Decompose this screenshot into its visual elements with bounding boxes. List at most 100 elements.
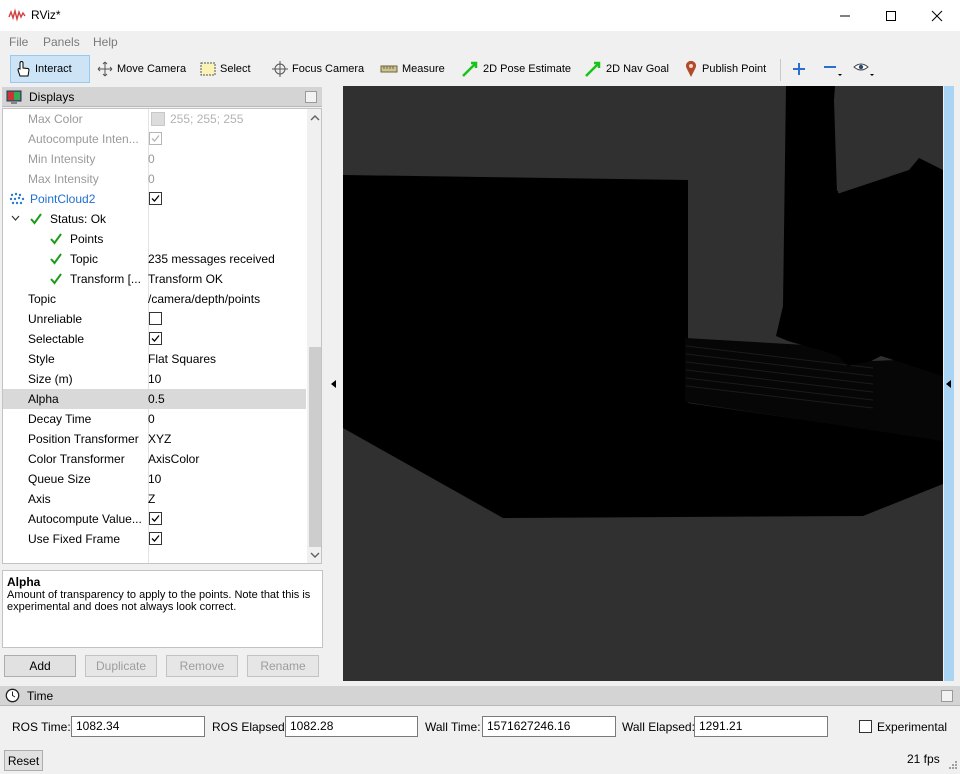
select-tool-button[interactable]: Select [196,55,255,83]
wall-elapsed-field[interactable]: 1291.21 [694,716,828,737]
publish-point-tool-button[interactable]: Publish Point [680,55,770,83]
selectable-checkbox[interactable] [149,332,162,345]
row-value: 235 messages received [148,252,275,266]
row-label: Axis [28,492,51,506]
reset-button[interactable]: Reset [4,750,43,771]
measure-label: Measure [402,63,445,75]
menu-file[interactable]: File [9,35,28,49]
tree-row-status[interactable]: Status: Ok [3,209,306,229]
description-title: Alpha [7,575,41,589]
row-label: Style [28,352,55,366]
tree-row-decay-time[interactable]: Decay Time 0 [3,409,306,429]
tree-row-style[interactable]: Style Flat Squares [3,349,306,369]
row-value: Transform OK [148,272,223,286]
nav-goal-label: 2D Nav Goal [606,63,669,75]
remove-tool-button[interactable] [819,55,851,83]
focus-camera-tool-button[interactable]: Focus Camera [268,55,368,83]
pointcloud2-enabled-checkbox[interactable] [149,192,162,205]
tree-row-autocompute-value[interactable]: Autocompute Value... [3,509,306,529]
interact-label: Interact [35,63,72,75]
unreliable-checkbox[interactable] [149,312,162,325]
tree-row-size[interactable]: Size (m) 10 [3,369,306,389]
row-value[interactable]: AxisColor [148,452,199,466]
float-panel-button[interactable] [305,91,317,103]
duplicate-display-button[interactable]: Duplicate [85,655,157,677]
tree-row-unreliable[interactable]: Unreliable [3,309,306,329]
row-value[interactable]: XYZ [148,432,171,446]
collapse-left-panel-handle[interactable] [329,86,339,681]
scroll-down-icon[interactable] [310,552,320,559]
collapse-right-panel-handle[interactable] [944,86,954,681]
tree-row-max-color[interactable]: Max Color 255; 255; 255 [3,109,306,129]
tree-row-selectable[interactable]: Selectable [3,329,306,349]
tree-row-status-points[interactable]: Points [3,229,306,249]
autocompute-intensity-checkbox[interactable] [149,132,162,145]
interact-tool-button[interactable]: Interact [10,55,90,83]
row-label: Autocompute Value... [28,512,142,526]
menu-panels[interactable]: Panels [43,35,80,49]
color-swatch[interactable] [151,112,165,126]
float-time-panel-button[interactable] [941,690,953,702]
measure-tool-button[interactable]: Measure [376,55,449,83]
close-button[interactable] [914,0,960,31]
title-bar: RViz* [0,0,960,31]
row-value: 0 [148,172,155,186]
render-viewport[interactable] [343,86,943,681]
map-pin-icon [686,60,696,77]
view-tool-button[interactable] [849,55,883,83]
row-value[interactable]: 0.5 [148,392,165,406]
row-value[interactable]: Z [148,492,155,506]
row-label: Topic [28,292,57,306]
displays-tree: Max Color 255; 255; 255 Autocompute Inte… [2,108,322,564]
tree-row-axis[interactable]: Axis Z [3,489,306,509]
use-fixed-frame-checkbox[interactable] [149,532,162,545]
menu-help[interactable]: Help [93,35,118,49]
displays-title: Displays [29,90,75,104]
tree-row-pointcloud2[interactable]: PointCloud2 [3,189,306,209]
minimize-button[interactable] [822,0,868,31]
move-camera-label: Move Camera [117,63,187,75]
add-display-button[interactable]: Add [4,655,76,677]
crosshair-icon [272,61,288,77]
tree-scrollbar[interactable] [307,109,321,563]
publish-point-label: Publish Point [702,63,767,75]
maximize-icon [886,10,896,21]
ros-elapsed-field[interactable]: 1082.28 [285,716,418,737]
scroll-up-icon[interactable] [310,114,320,121]
resize-grip-icon[interactable] [946,760,958,772]
tree-row-max-intensity[interactable]: Max Intensity 0 [3,169,306,189]
scrollbar-thumb[interactable] [309,347,321,547]
row-value[interactable]: 0 [148,412,155,426]
row-label: Min Intensity [28,152,96,166]
tree-row-position-transformer[interactable]: Position Transformer XYZ [3,429,306,449]
ros-time-field[interactable]: 1082.34 [71,716,205,737]
rename-display-button[interactable]: Rename [247,655,319,677]
tree-row-color-transformer[interactable]: Color Transformer AxisColor [3,449,306,469]
move-camera-tool-button[interactable]: Move Camera [93,55,190,83]
checkmark-icon [151,335,160,342]
add-tool-button[interactable] [788,55,814,83]
tree-row-alpha[interactable]: Alpha 0.5 [3,389,306,409]
autocompute-value-checkbox[interactable] [149,512,162,525]
chevron-down-icon[interactable] [11,215,20,222]
tree-row-use-fixed-frame[interactable]: Use Fixed Frame [3,529,306,549]
tree-row-queue-size[interactable]: Queue Size 10 [3,469,306,489]
tree-row-autocompute-intensity[interactable]: Autocompute Inten... [3,129,306,149]
row-value[interactable]: Flat Squares [148,352,216,366]
row-value[interactable]: /camera/depth/points [148,292,260,306]
toolbar: Interact Move Camera Select Focus Camera… [0,52,960,86]
tree-row-status-topic[interactable]: Topic 235 messages received [3,249,306,269]
row-value[interactable]: 10 [148,472,161,486]
maximize-button[interactable] [868,0,914,31]
row-label: Autocompute Inten... [28,132,139,146]
row-label: Queue Size [28,472,91,486]
tree-row-topic[interactable]: Topic /camera/depth/points [3,289,306,309]
pose-estimate-tool-button[interactable]: 2D Pose Estimate [457,55,575,83]
remove-display-button[interactable]: Remove [166,655,238,677]
wall-time-field[interactable]: 1571627246.16 [482,716,616,737]
tree-row-status-transform[interactable]: Transform [... Transform OK [3,269,306,289]
nav-goal-tool-button[interactable]: 2D Nav Goal [580,55,673,83]
tree-row-min-intensity[interactable]: Min Intensity 0 [3,149,306,169]
row-value[interactable]: 10 [148,372,161,386]
experimental-checkbox[interactable] [859,720,872,733]
